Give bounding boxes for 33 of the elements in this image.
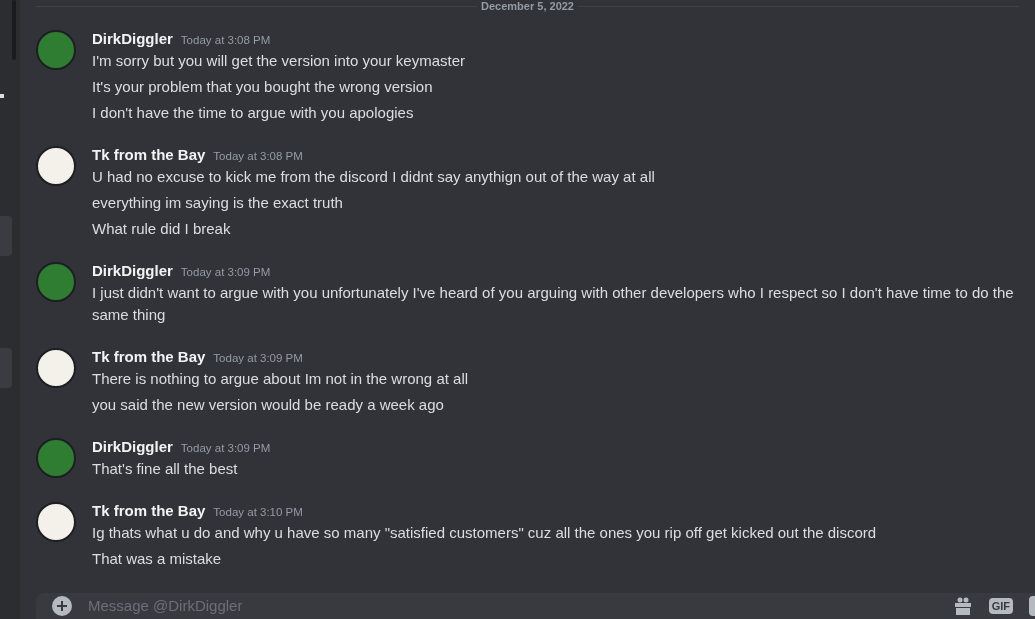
author-name[interactable]: DirkDiggler: [92, 28, 173, 50]
timestamp: Today at 3:08 PM: [213, 149, 303, 164]
author-name[interactable]: Tk from the Bay: [92, 346, 206, 368]
message-text: There is nothing to argue about Im not in the wrong at all: [92, 369, 470, 389]
message-field[interactable]: Message @DirkDiggler: [88, 594, 937, 618]
message-text: I'm sorry but you will get the version into your keymaster: [92, 51, 466, 71]
message-text: It's your problem that you bought the wrong version: [92, 77, 434, 97]
timestamp: Today at 3:09 PM: [180, 441, 271, 456]
timestamp: Today at 3:09 PM: [180, 265, 271, 280]
message-text: What rule did I break: [92, 219, 232, 239]
message-text: U had no excuse to kick me from the discord I didnt say anythign out of the way at all: [92, 167, 656, 187]
message-text: That's fine all the best: [92, 459, 239, 479]
timestamp: Today at 3:08 PM: [180, 33, 271, 48]
author-name[interactable]: Tk from the Bay: [92, 144, 206, 166]
avatar[interactable]: [36, 146, 76, 186]
message-input[interactable]: Message @DirkDiggler GIF: [36, 593, 1035, 619]
message-text: you said the new version would be ready a week ago: [92, 395, 445, 415]
message-text: That was a mistake: [92, 549, 223, 569]
avatar[interactable]: [36, 502, 76, 542]
message-text: I just didn't want to argue with you unfortunately I've heard of you arguing with other developers who I respect so I don't have time to do the same thing: [92, 283, 1015, 325]
message-text: Ig thats what u do and why u have so many "satisfied customers" cuz all the ones you rip off get kicked out the discord: [92, 523, 878, 543]
plus-icon[interactable]: [52, 596, 72, 616]
gift-icon[interactable]: [952, 596, 973, 616]
message-text: I don't have the time to argue with you apologies: [92, 103, 415, 123]
date-divider: December 5, 2022: [480, 0, 575, 12]
gif-button[interactable]: GIF: [988, 598, 1013, 614]
author-name[interactable]: DirkDiggler: [92, 436, 173, 458]
timestamp: Today at 3:09 PM: [213, 351, 303, 366]
message-text: everything im saying is the exact truth: [92, 193, 344, 213]
author-name[interactable]: Tk from the Bay: [92, 500, 206, 522]
timestamp: Today at 3:10 PM: [213, 505, 303, 520]
author-name[interactable]: DirkDiggler: [92, 260, 173, 282]
avatar[interactable]: [36, 348, 76, 388]
